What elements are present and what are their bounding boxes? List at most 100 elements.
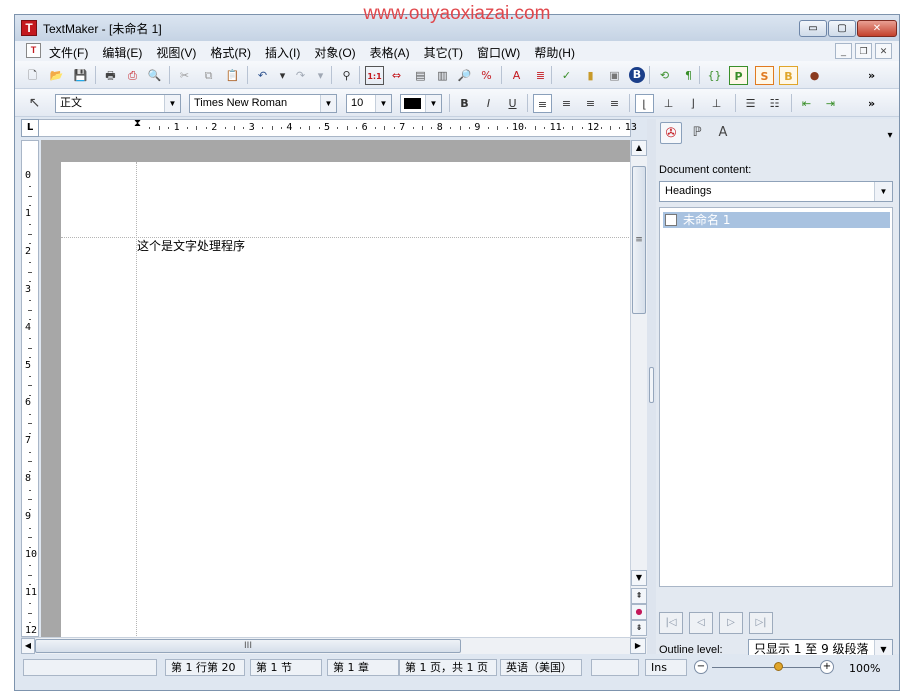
cut-icon[interactable]: ✂: [175, 66, 194, 85]
increase-indent-icon[interactable]: ⇥: [821, 94, 840, 113]
previous-heading-button[interactable]: ◁: [689, 612, 713, 634]
tree-item-document[interactable]: 未命名 1: [663, 212, 890, 228]
normal-view-icon[interactable]: 1:1: [365, 66, 384, 85]
object-style-icon[interactable]: B: [779, 66, 798, 85]
document-page[interactable]: 这个是文字处理程序: [61, 162, 630, 637]
export-pdf-icon[interactable]: ⎙: [123, 66, 142, 85]
document-menu-icon[interactable]: T: [26, 43, 41, 58]
app-logo-icon[interactable]: T: [21, 20, 37, 36]
menu-item[interactable]: 格式(R): [210, 44, 251, 61]
text-color-select[interactable]: ▼: [400, 94, 442, 113]
doc-close-button[interactable]: ✕: [875, 43, 892, 59]
char-style-icon[interactable]: S: [755, 66, 774, 85]
document-content-select[interactable]: Headings ▼: [659, 181, 893, 202]
next-heading-button[interactable]: ▷: [719, 612, 743, 634]
close-button[interactable]: ✕: [857, 20, 897, 37]
vertical-scroll-thumb[interactable]: ≡: [632, 166, 646, 314]
navigator-tab-icon[interactable]: ✇: [660, 122, 682, 144]
splitter-grip[interactable]: [649, 367, 654, 403]
full-page-icon[interactable]: ▤: [411, 66, 430, 85]
save-icon[interactable]: 💾: [71, 66, 90, 85]
bullets-icon[interactable]: ☰: [741, 94, 760, 113]
page-width-icon[interactable]: ⇔: [387, 66, 406, 85]
sidebar-splitter[interactable]: [647, 119, 656, 654]
recalc-icon[interactable]: ⟲: [655, 66, 674, 85]
next-page-button[interactable]: ⇟: [631, 620, 647, 636]
menu-item[interactable]: 表格(A): [370, 44, 410, 61]
tree-item-checkbox[interactable]: [665, 214, 677, 226]
undo-icon[interactable]: ↶: [253, 66, 272, 85]
chevron-down-icon[interactable]: ▼: [320, 95, 336, 112]
menu-item[interactable]: 编辑(E): [102, 44, 142, 61]
vertical-scrollbar[interactable]: ▲ ≡ ▼ ⇞ ● ⇟: [630, 140, 647, 637]
underline-icon[interactable]: U: [503, 94, 522, 113]
zoom-percent-icon[interactable]: %: [477, 66, 496, 85]
toolbar-overflow-icon[interactable]: »: [862, 94, 881, 113]
maximize-button[interactable]: ▢: [828, 20, 856, 37]
horizontal-ruler[interactable]: 1 2 3 4 5 6 7 8 9 10 11 12 13 ⧗: [21, 119, 637, 137]
undo-dropdown-icon[interactable]: ▾: [273, 66, 292, 85]
bold-style-icon[interactable]: B: [629, 67, 645, 83]
copy-icon[interactable]: ⧉: [199, 66, 218, 85]
zoom-slider[interactable]: [712, 667, 824, 668]
paragraph-style-select[interactable]: 正文 ▼: [55, 94, 181, 113]
print-preview-icon[interactable]: 🔍: [145, 66, 164, 85]
menu-item[interactable]: 插入(I): [265, 44, 300, 61]
bold-icon[interactable]: B: [455, 94, 474, 113]
insert-field-icon[interactable]: ≣: [531, 66, 550, 85]
zoom-out-button[interactable]: −: [694, 660, 708, 674]
paste-icon[interactable]: 📋: [223, 66, 242, 85]
print-icon[interactable]: 🖶: [101, 66, 120, 85]
paragraph-marks-icon[interactable]: ¶: [679, 66, 698, 85]
tab-right-icon[interactable]: ⌋: [683, 94, 702, 113]
vertical-ruler[interactable]: 0 1 2 3 4 5 6 7 8 9 10 11 12: [21, 140, 39, 637]
paragraph-style-icon[interactable]: P: [729, 66, 748, 85]
justify-icon[interactable]: ≡: [605, 94, 624, 113]
decrease-indent-icon[interactable]: ⇤: [797, 94, 816, 113]
zoom-in-button[interactable]: +: [820, 660, 834, 674]
previous-page-button[interactable]: ⇞: [631, 588, 647, 604]
font-select[interactable]: Times New Roman ▼: [189, 94, 337, 113]
thesaurus-books-icon[interactable]: ▮: [581, 66, 600, 85]
tab-center-icon[interactable]: ⊥: [659, 94, 678, 113]
redo-icon[interactable]: ↷: [291, 66, 310, 85]
font-size-select[interactable]: 10 ▼: [346, 94, 392, 113]
align-center-icon[interactable]: ≡: [557, 94, 576, 113]
toolbar-overflow-icon[interactable]: »: [862, 66, 881, 85]
field-codes-icon[interactable]: {}: [705, 66, 724, 85]
status-language[interactable]: 英语（美国）: [500, 659, 582, 676]
menu-item[interactable]: 视图(V): [156, 44, 196, 61]
zoom-slider-thumb[interactable]: [774, 662, 784, 671]
last-heading-button[interactable]: ▷|: [749, 612, 773, 634]
menu-item[interactable]: 文件(F): [49, 44, 88, 61]
horizontal-scrollbar[interactable]: ◀ III ▶: [21, 637, 647, 654]
numbering-icon[interactable]: ☷: [765, 94, 784, 113]
tab-type-selector[interactable]: L: [21, 119, 39, 137]
browse-object-button[interactable]: ●: [631, 604, 647, 620]
menu-item[interactable]: 对象(O): [314, 44, 355, 61]
plugin-icon[interactable]: ●: [805, 66, 824, 85]
scroll-left-button[interactable]: ◀: [21, 638, 35, 654]
document-outline-tree[interactable]: 未命名 1: [659, 207, 893, 587]
doc-minimize-button[interactable]: _: [835, 43, 852, 59]
database-icon[interactable]: ▣: [605, 66, 624, 85]
first-heading-button[interactable]: |◁: [659, 612, 683, 634]
chevron-down-icon[interactable]: ▼: [164, 95, 180, 112]
status-insert-mode[interactable]: Ins: [645, 659, 687, 676]
scroll-up-button[interactable]: ▲: [631, 140, 647, 156]
find-binoculars-icon[interactable]: ⚲: [337, 66, 356, 85]
menu-item[interactable]: 帮助(H): [534, 44, 575, 61]
chevron-down-icon[interactable]: ▼: [874, 182, 892, 201]
pointer-mode-icon[interactable]: ↖: [25, 94, 44, 113]
align-right-icon[interactable]: ≡: [581, 94, 600, 113]
horizontal-scroll-thumb[interactable]: III: [35, 639, 461, 653]
styles-tab-icon[interactable]: ℙ: [686, 122, 708, 144]
scroll-down-button[interactable]: ▼: [631, 570, 647, 586]
spellcheck-icon[interactable]: ✓: [557, 66, 576, 85]
sidebar-menu-icon[interactable]: ▾: [879, 125, 901, 147]
new-document-icon[interactable]: 🗋: [23, 66, 42, 85]
two-pages-icon[interactable]: ▥: [433, 66, 452, 85]
scroll-right-button[interactable]: ▶: [630, 638, 646, 654]
align-left-icon[interactable]: ≡: [533, 94, 552, 113]
menu-item[interactable]: 其它(T): [424, 44, 463, 61]
